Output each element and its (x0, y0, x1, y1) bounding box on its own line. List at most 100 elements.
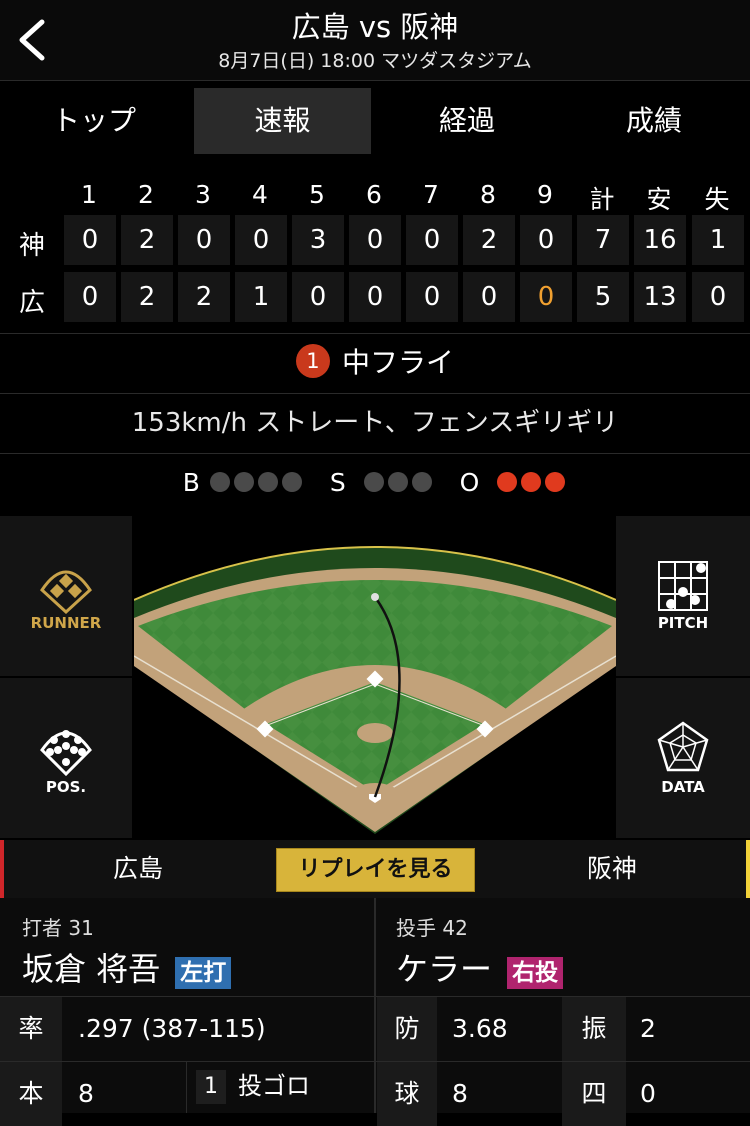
diamond-icon (40, 570, 92, 614)
score-cell: 0 (178, 215, 230, 265)
batter-name[interactable]: 坂倉 将吾 (22, 950, 160, 988)
inning-header: 3 (195, 180, 211, 209)
runner-label: RUNNER (30, 614, 102, 632)
divider (0, 1061, 750, 1062)
score-cell: 0 (692, 272, 744, 322)
total-header: 計 (589, 185, 615, 214)
score-cell: 0 (406, 272, 458, 322)
score-cell: 0 (292, 272, 344, 322)
score-cell: 2 (178, 272, 230, 322)
play-result: 1 中フライ (0, 334, 750, 392)
tab-top[interactable]: トップ (0, 88, 188, 154)
team-tab-hanshin[interactable]: 阪神 (474, 840, 750, 898)
score-cell: 0 (235, 215, 287, 265)
batting-avg-value: .297 (387-115) (78, 1014, 266, 1043)
play-result-text: 中フライ (341, 346, 454, 379)
count-indicator: B S O (0, 455, 750, 511)
ball-dot (257, 472, 278, 492)
at-bat-result: 投ゴロ (238, 1072, 310, 1100)
position-button[interactable]: POS. (0, 678, 132, 838)
runner-button[interactable]: RUNNER (0, 516, 132, 676)
score-cell: 0 (520, 272, 572, 322)
pos-label: POS. (45, 778, 87, 796)
out-count-badge: 1 (295, 344, 330, 378)
score-cell: 2 (121, 272, 173, 322)
replay-button[interactable]: リプレイを見る (276, 848, 475, 892)
batting-avg-label: 率 (0, 997, 62, 1061)
inning-header: 1 (81, 180, 97, 209)
score-cell: 0 (406, 215, 458, 265)
batter-label: 打者 31 (22, 916, 94, 940)
errors-header: 失 (704, 185, 730, 214)
ball-dots (208, 468, 304, 497)
score-cell: 16 (634, 215, 686, 265)
walk-label: 四 (562, 1062, 626, 1126)
strike-dot (387, 472, 408, 492)
out-dots (495, 468, 567, 497)
score-cell: 7 (577, 215, 629, 265)
ball-dot (209, 472, 230, 492)
tab-progress[interactable]: 経過 (376, 88, 558, 154)
data-label: DATA (661, 778, 705, 796)
pitch-detail: 153km/h ストレート、フェンスギリギリ (131, 408, 619, 438)
out-dot (545, 472, 566, 492)
walk-value: 0 (640, 1079, 656, 1108)
score-cell: 0 (463, 272, 515, 322)
score-cell: 3 (292, 215, 344, 265)
pitch-count-label: 球 (377, 1062, 437, 1126)
game-info: 8月7日(日) 18:00 マツダスタジアム (218, 50, 532, 72)
pitcher-name[interactable]: ケラー (396, 950, 492, 988)
batter-hand-badge: 左打 (175, 957, 232, 989)
ball-label: B (182, 468, 200, 497)
score-cell: 0 (349, 215, 401, 265)
fielders-icon (40, 730, 92, 776)
radar-chart-icon (657, 721, 709, 772)
score-cell: 0 (520, 215, 572, 265)
strike-dot (411, 472, 432, 492)
inning-header: 7 (423, 180, 439, 209)
inning-header: 8 (480, 180, 496, 209)
pitch-count-value: 8 (452, 1079, 468, 1108)
tab-live[interactable]: 速報 (194, 88, 371, 154)
strike-dots (362, 468, 434, 497)
pitcher-info: ケラー 右投 (396, 944, 564, 990)
strikeout-label: 振 (562, 997, 626, 1061)
data-button[interactable]: DATA (616, 678, 750, 838)
pitcher-label: 投手 42 (396, 916, 468, 940)
score-cell: 2 (121, 215, 173, 265)
inning-header: 5 (309, 180, 325, 209)
era-value: 3.68 (452, 1014, 508, 1043)
divider (0, 453, 750, 454)
team-hiroshima-label: 広 (18, 288, 45, 318)
score-cell: 13 (634, 272, 686, 322)
homerun-label: 本 (0, 1062, 62, 1126)
pitch-button[interactable]: PITCH (616, 516, 750, 676)
divider (186, 1062, 187, 1113)
score-cell: 0 (64, 272, 116, 322)
tab-stats[interactable]: 成績 (562, 88, 746, 154)
score-cell: 5 (577, 272, 629, 322)
team-hanshin-label: 神 (18, 231, 45, 261)
pitch-grid-icon (658, 561, 708, 611)
homerun-value: 8 (78, 1079, 94, 1108)
at-bat-number: 1 (196, 1070, 226, 1104)
baseball-field (134, 514, 616, 840)
batter-info: 坂倉 将吾 左打 (22, 944, 232, 990)
pitcher-hand-badge: 右投 (507, 957, 564, 989)
inning-header: 9 (537, 180, 553, 209)
score-cell: 0 (349, 272, 401, 322)
divider (374, 898, 376, 1113)
out-label: O (459, 468, 480, 497)
strike-label: S (329, 468, 346, 497)
team-tab-hiroshima[interactable]: 広島 (0, 840, 276, 898)
score-cell: 1 (692, 215, 744, 265)
out-dot (497, 472, 518, 492)
ball-dot (233, 472, 254, 492)
inning-header: 2 (138, 180, 154, 209)
out-dot (521, 472, 542, 492)
strike-dot (363, 472, 384, 492)
ball-dot (281, 472, 302, 492)
inning-header: 4 (252, 180, 268, 209)
page-title: 広島 vs 阪神 (291, 10, 459, 44)
pitch-label: PITCH (657, 614, 709, 632)
